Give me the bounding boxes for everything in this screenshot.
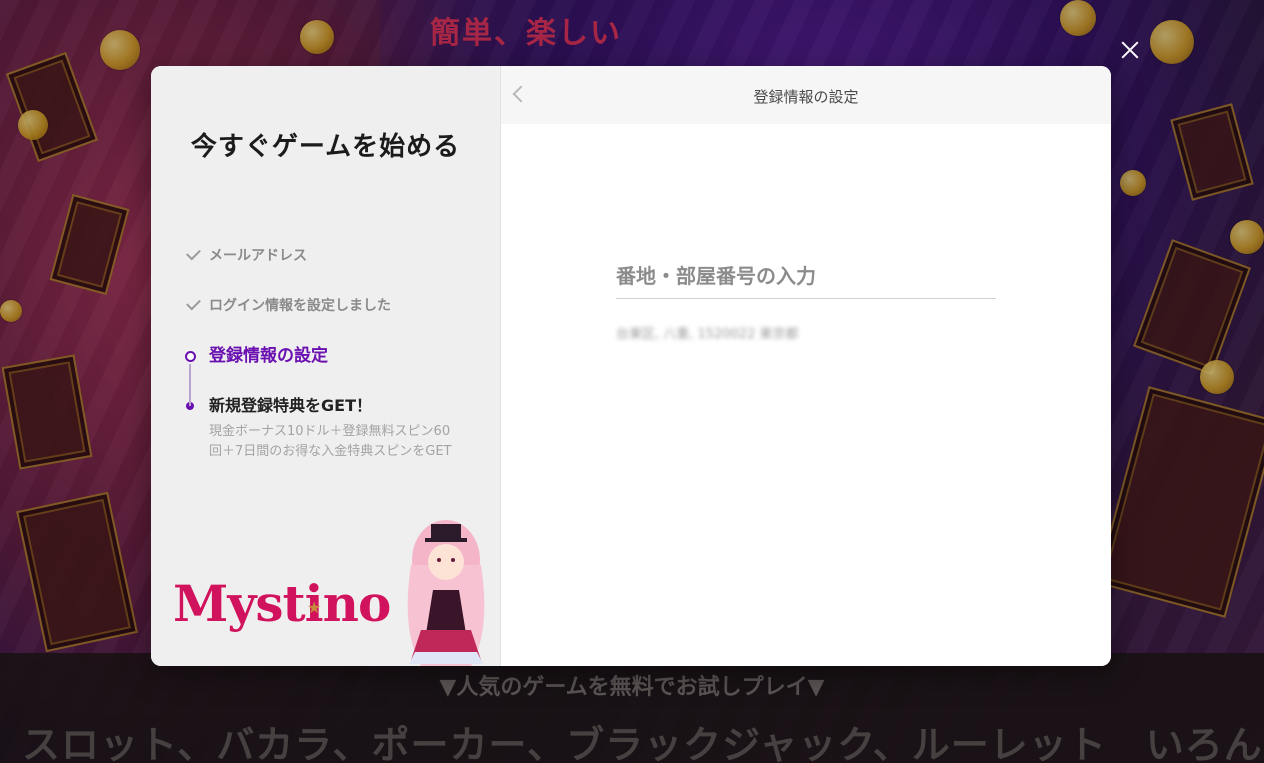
- step-login-info: ログイン情報を設定しました: [185, 295, 485, 346]
- step-label: 新規登録特典をGET！: [209, 396, 372, 415]
- check-icon: [186, 245, 201, 261]
- mascot-illustration: [407, 520, 485, 666]
- form-header: 登録情報の設定: [501, 66, 1111, 124]
- form-title: 登録情報の設定: [753, 88, 859, 106]
- step-registration-info: 登録情報の設定: [185, 346, 485, 396]
- mystino-logo: Mystino: [173, 574, 391, 633]
- step-email: メールアドレス: [185, 245, 485, 296]
- star-icon: ★: [307, 598, 322, 617]
- step-label: 登録情報の設定: [209, 346, 328, 366]
- step-connector: [189, 364, 191, 406]
- step-list: メールアドレス ログイン情報を設定しました 登録情報の設定 新規登録特典をGET…: [185, 245, 485, 459]
- registration-steps-panel: 今すぐゲームを始める メールアドレス ログイン情報を設定しました 登録情報の設定…: [151, 66, 501, 666]
- step-label: ログイン情報を設定しました: [209, 298, 391, 314]
- panel-title: 今すぐゲームを始める: [190, 132, 461, 162]
- step-description: 現金ボーナス10ドル＋登録無料スピン60回＋7日間のお得な入金特典スピンをGET: [209, 424, 452, 459]
- check-icon: [186, 295, 201, 311]
- step-bonus: 新規登録特典をGET！ 現金ボーナス10ドル＋登録無料スピン60回＋7日間のお得…: [185, 396, 485, 459]
- step-label: メールアドレス: [209, 248, 307, 264]
- address-line-input[interactable]: [616, 264, 996, 299]
- address-suggestion[interactable]: 台東区, 八重, 1520022 東京都: [616, 323, 799, 342]
- registration-form-panel: 登録情報の設定 台東区, 八重, 1520022 東京都: [501, 66, 1111, 666]
- registration-modal: 今すぐゲームを始める メールアドレス ログイン情報を設定しました 登録情報の設定…: [151, 66, 1111, 666]
- current-step-icon: [185, 351, 196, 362]
- close-icon[interactable]: [1116, 36, 1144, 64]
